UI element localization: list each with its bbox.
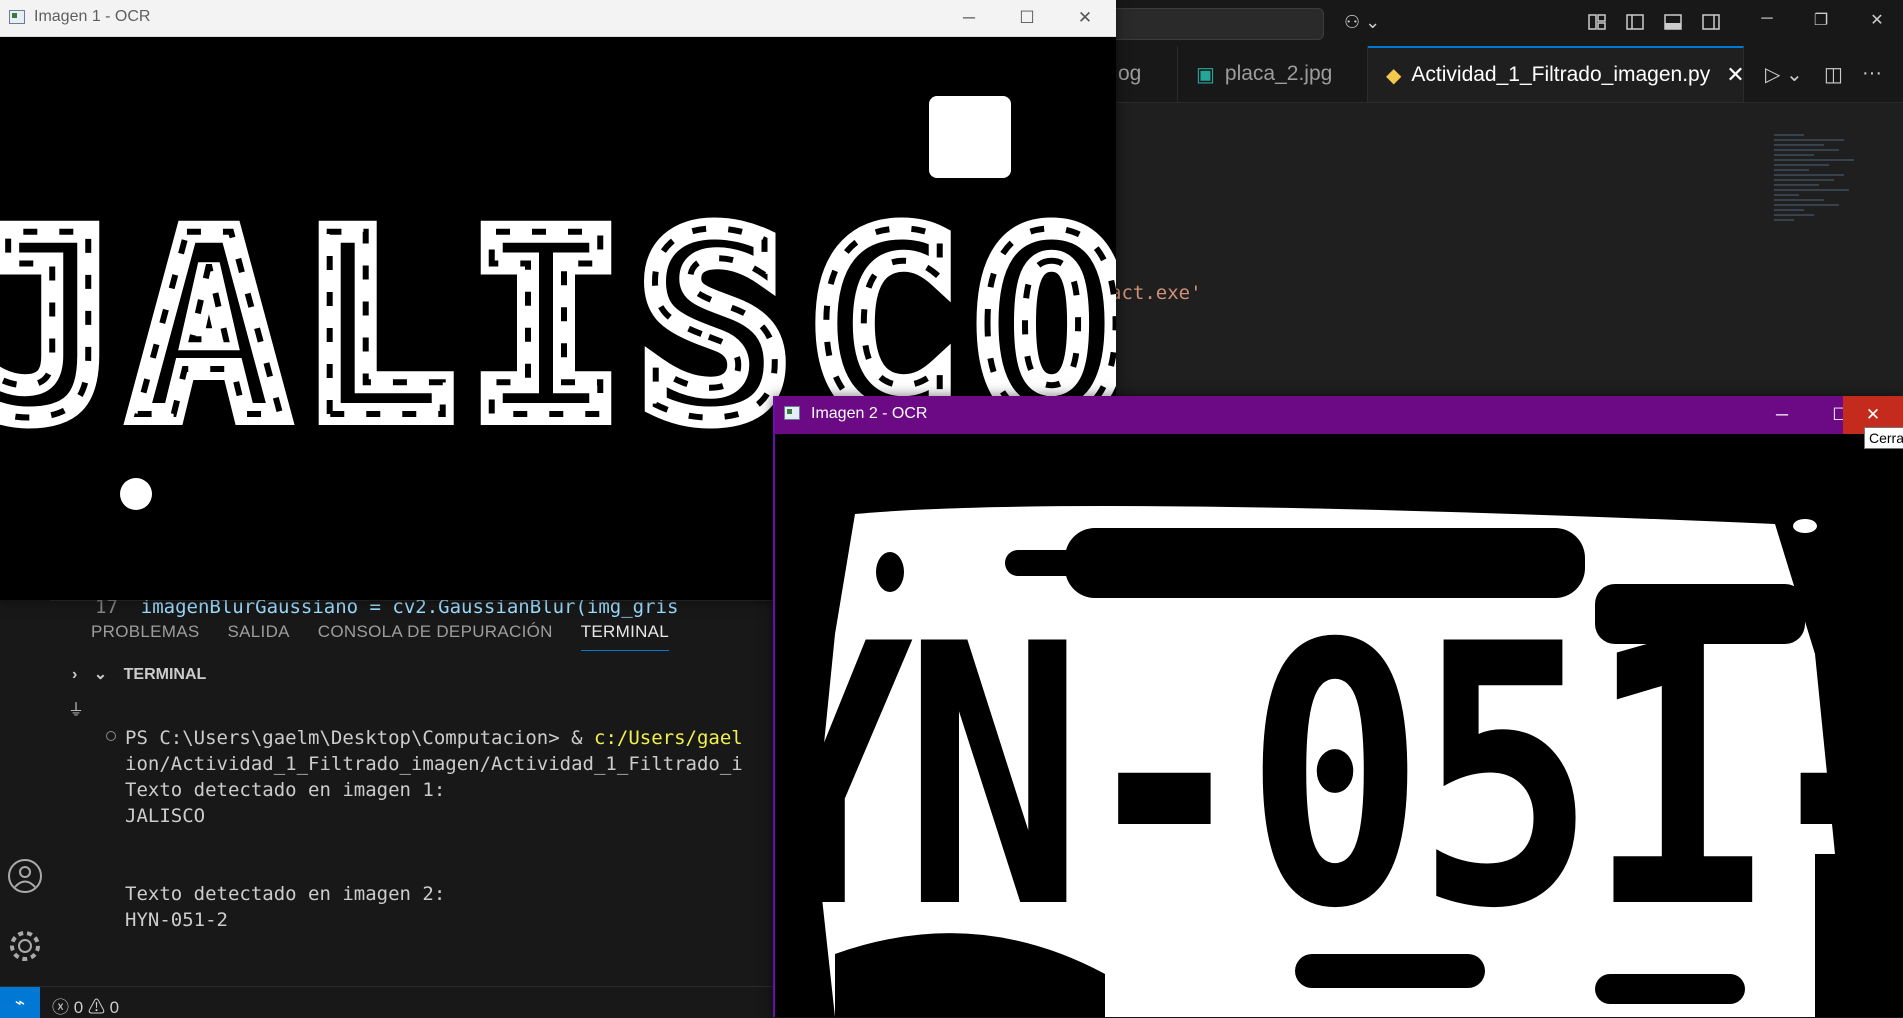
vscode-minimize-button[interactable]: ─ [1752, 10, 1782, 28]
terminal-prompt-line: PS C:\Users\gaelm\Desktop\Computacion> &… [125, 727, 743, 749]
close-icon[interactable]: ✕ [1726, 62, 1744, 88]
ocr-image-text: HYN-051-A [775, 568, 1903, 987]
window-title: Imagen 1 - OCR [34, 8, 151, 25]
ocr-image-2: HYN-051-A [775, 506, 1903, 1017]
window-titlebar[interactable]: Imagen 2 - OCR ─ ☐ ✕ [775, 396, 1903, 434]
chevron-right-icon[interactable]: › [72, 666, 77, 683]
command-decoration-icon[interactable] [106, 731, 116, 741]
minimap[interactable] [1774, 134, 1864, 264]
tab-actividad-1[interactable]: ◆ Actividad_1_Filtrado_imagen.py ✕ [1368, 46, 1745, 102]
warning-icon: ⚠ [87, 998, 105, 1017]
terminal-line: ion/Actividad_1_Filtrado_imagen/Activida… [125, 753, 743, 775]
plug-icon[interactable]: ⏚ [68, 696, 84, 720]
run-icon[interactable]: ▷ ⌄ [1765, 62, 1803, 87]
activity-bar [0, 600, 50, 986]
tab-salida[interactable]: SALIDA [228, 622, 290, 651]
chevron-down-icon[interactable]: ⌄ [94, 666, 107, 683]
terminal-section-title: TERMINAL [123, 666, 207, 683]
toggle-secondary-sidebar-icon[interactable] [1701, 12, 1721, 32]
tab-consola-depuracion[interactable]: CONSOLA DE DEPURACIÓN [318, 622, 553, 651]
gear-icon[interactable] [5, 926, 45, 966]
window-titlebar[interactable]: Imagen 1 - OCR ─ ☐ ✕ [0, 0, 1116, 37]
maximize-button[interactable]: ☐ [998, 0, 1056, 36]
terminal-line: Texto detectado en imagen 1: [125, 779, 446, 801]
tab-placa-2[interactable]: ▣ placa_2.jpg [1178, 46, 1368, 102]
tab-problemas[interactable]: PROBLEMAS [91, 622, 200, 651]
status-problems[interactable]: ⓧ 0 ⚠ 0 [52, 993, 119, 1018]
customize-layout-icon[interactable] [1587, 12, 1607, 32]
remote-icon[interactable]: ⌁ [0, 987, 40, 1018]
tab-terminal[interactable]: TERMINAL [580, 622, 670, 651]
close-tooltip: Cerrar [1864, 427, 1903, 449]
terminal-section-header[interactable]: › ⌄ TERMINAL [72, 664, 206, 684]
close-button[interactable]: ✕ [1056, 0, 1114, 36]
split-editor-icon[interactable]: ◫ [1824, 62, 1843, 87]
terminal-line: HYN-051-2 [125, 909, 228, 931]
ocr-window-2[interactable]: Imagen 2 - OCR ─ ☐ ✕ HYN-051-A [773, 396, 1903, 1017]
minimize-button[interactable]: ─ [940, 0, 998, 36]
tab-label: og [1118, 62, 1142, 85]
app-icon [784, 406, 800, 420]
toggle-panel-icon[interactable] [1663, 12, 1683, 32]
vscode-close-button[interactable]: ✕ [1862, 10, 1892, 30]
tab-label: Actividad_1_Filtrado_imagen.py [1411, 63, 1711, 86]
image-file-icon: ▣ [1196, 63, 1215, 86]
minimize-button[interactable]: ─ [1753, 396, 1811, 434]
tab-label: placa_2.jpg [1224, 62, 1333, 85]
panel-tabs: PROBLEMAS SALIDA CONSOLA DE DEPURACIÓN T… [91, 622, 670, 651]
toggle-sidebar-icon[interactable] [1625, 12, 1645, 32]
terminal-line: Texto detectado en imagen 2: [125, 883, 446, 905]
terminal-line: JALISCO [125, 805, 206, 827]
app-icon [9, 10, 25, 24]
vscode-restore-button[interactable]: ❐ [1806, 10, 1836, 30]
more-actions-icon[interactable]: ··· [1862, 62, 1882, 85]
error-icon: ⓧ [52, 998, 69, 1017]
code-string: act.exe' [1110, 282, 1202, 304]
window-title: Imagen 2 - OCR [811, 405, 928, 422]
python-icon: ◆ [1386, 64, 1402, 87]
command-center[interactable] [1100, 8, 1324, 40]
account-icon[interactable] [5, 856, 45, 896]
copilot-icon[interactable]: ⚇ ⌄ [1344, 12, 1380, 33]
